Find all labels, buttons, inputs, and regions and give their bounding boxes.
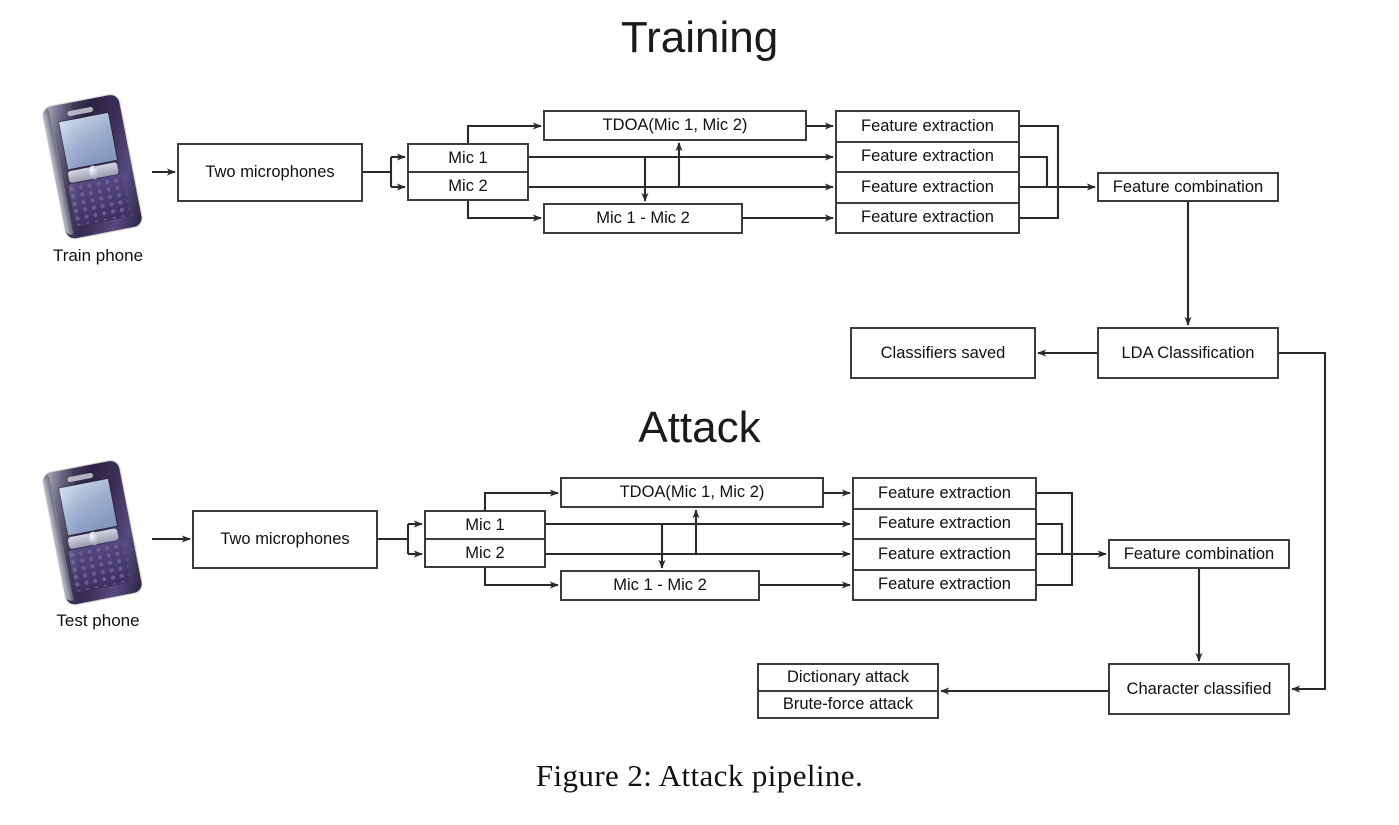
- figure-canvas: Training Train phone Two microphones Mic…: [0, 0, 1399, 825]
- figure-caption: Figure 2: Attack pipeline.: [535, 758, 864, 793]
- connector-layer: [152, 122, 1327, 695]
